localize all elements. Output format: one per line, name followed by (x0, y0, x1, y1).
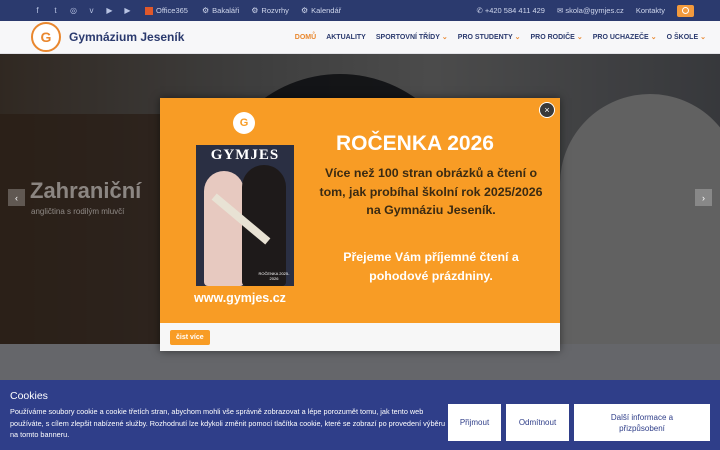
cookie-text: Používáme soubory cookie a cookie třetíc… (10, 407, 446, 440)
chevron-down-icon: ⌄ (441, 34, 448, 41)
hero-title: Zahraniční (30, 178, 142, 203)
bakalari-link[interactable]: ⚙ Bakaláři (202, 6, 239, 15)
yearbook-banner[interactable]: G GYMJES ROČENKA 2025-2026 www.gymjes.cz… (160, 98, 560, 323)
search-icon[interactable] (677, 4, 694, 17)
slider-prev-button[interactable]: ‹ (8, 189, 25, 206)
nav-item-label: O ŠKOLE (666, 34, 699, 41)
chevron-down-icon: ⌄ (514, 34, 521, 41)
rozvrhy-link[interactable]: ⚙ Rozvrhy (251, 6, 289, 15)
brand-name[interactable]: Gymnázium Jeseník (69, 30, 184, 44)
kalendar-link[interactable]: ⚙ Kalendář (301, 6, 341, 15)
phone-link[interactable]: ✆ +420 584 411 429 (476, 6, 545, 15)
chevron-down-icon: ⌄ (700, 34, 706, 41)
gear-icon: ⚙ (201, 6, 210, 15)
nav-item-pro-uchazece[interactable]: PRO UCHAZEČE ⌄ (593, 33, 657, 41)
cookie-banner: Cookies Používáme soubory cookie a cooki… (0, 380, 720, 450)
nav-item-label: SPORTOVNÍ TŘÍDY (375, 34, 440, 41)
banner-url: www.gymjes.cz (194, 291, 286, 305)
facebook-icon[interactable]: f (33, 6, 42, 15)
youtube-icon[interactable]: ▶ (105, 6, 114, 15)
main-menu: DOMŮ AKTUALITY SPORTOVNÍ TŘÍDY ⌄ PRO STUD… (295, 33, 706, 42)
top-link-label: Rozvrhy (261, 6, 289, 15)
nav-item-o-skole[interactable]: O ŠKOLE ⌄ (667, 33, 706, 41)
top-bar: f t ◎ v ▶ ▶ Office365 ⚙ Bakaláři ⚙ Rozvrhy… (0, 0, 720, 21)
office-icon (145, 6, 153, 15)
nav-item-label: PRO UCHAZEČE (592, 34, 649, 41)
phone-number: +420 584 411 429 (484, 6, 545, 15)
youtube-icon[interactable]: ▶ (123, 6, 132, 15)
nav-item-label: AKTUALITY (326, 33, 366, 41)
top-link-label: Kalendář (311, 6, 342, 15)
gear-icon: ⚙ (300, 6, 309, 15)
twitter-icon[interactable]: t (51, 6, 60, 15)
close-icon[interactable]: × (539, 102, 555, 118)
email-address: skola@gymjes.cz (565, 6, 624, 15)
social-links: f t ◎ v ▶ ▶ Office365 (33, 6, 188, 15)
nav-item-label: DOMŮ (294, 33, 317, 41)
nav-item-domu[interactable]: DOMŮ (295, 34, 316, 41)
gear-icon: ⚙ (251, 6, 259, 15)
yearbook-cover: GYMJES ROČENKA 2025-2026 (196, 145, 294, 286)
cover-figure-left (204, 171, 244, 286)
top-contacts: ✆ +420 584 411 429 ✉ skola@gymjes.cz Kon… (476, 4, 694, 17)
instagram-icon[interactable]: ◎ (69, 6, 78, 15)
cover-footer: ROČENKA 2025-2026 (258, 271, 290, 281)
chevron-down-icon: ⌄ (650, 34, 657, 41)
banner-wish: Přejeme Vám příjemné čtení a pohodové pr… (343, 250, 519, 283)
cover-title: GYMJES (210, 147, 280, 163)
hero-subtitle: angličtina s rodilým mluvčí (31, 207, 125, 216)
banner-logo: G (233, 112, 255, 134)
contacts-link[interactable]: Kontakty (636, 6, 665, 15)
nav-item-aktuality[interactable]: AKTUALITY (326, 34, 366, 41)
chevron-down-icon: ⌄ (576, 34, 583, 41)
vimeo-icon[interactable]: v (87, 6, 96, 15)
cookie-title: Cookies (10, 390, 48, 402)
banner-title: ROČENKA 2026 (336, 132, 494, 155)
top-link-label: Bakaláři (212, 6, 240, 15)
reject-cookies-button[interactable]: Odmítnout (506, 404, 569, 441)
nav-item-label: PRO RODIČE (530, 34, 575, 41)
main-nav: G Gymnázium Jeseník DOMŮ AKTUALITY SPORT… (0, 21, 720, 54)
office-label: Office365 (156, 6, 188, 15)
nav-item-pro-rodice[interactable]: PRO RODIČE ⌄ (531, 33, 583, 41)
office365-link[interactable]: Office365 (145, 6, 188, 15)
accept-cookies-button[interactable]: Přijmout (448, 404, 501, 441)
cookie-settings-button[interactable]: Další informace a přizpůsobení (574, 404, 710, 441)
nav-item-sportovni-tridy[interactable]: SPORTOVNÍ TŘÍDY ⌄ (376, 33, 448, 41)
read-more-button[interactable]: čist více (170, 330, 210, 345)
banner-body: Více než 100 stran obrázků a čtení o tom… (319, 166, 543, 217)
email-link[interactable]: ✉ skola@gymjes.cz (557, 6, 624, 15)
yearbook-modal: G GYMJES ROČENKA 2025-2026 www.gymjes.cz… (160, 98, 560, 351)
school-logo[interactable]: G (31, 22, 61, 52)
nav-item-label: PRO STUDENTY (457, 34, 513, 41)
nav-item-pro-studenty[interactable]: PRO STUDENTY ⌄ (458, 33, 521, 41)
top-links: ⚙ Bakaláři ⚙ Rozvrhy ⚙ Kalendář (202, 6, 341, 15)
slider-next-button[interactable]: › (695, 189, 712, 206)
